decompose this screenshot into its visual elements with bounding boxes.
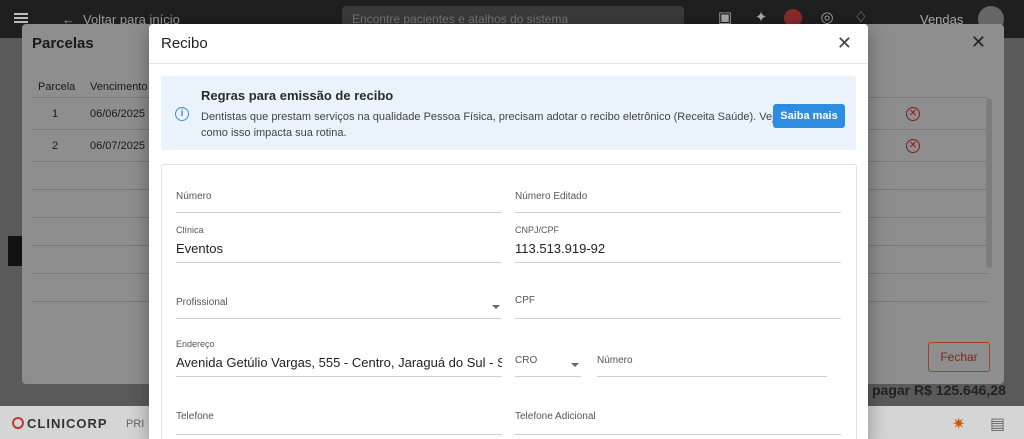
alert-text: Dentistas que prestam serviços na qualid… bbox=[201, 111, 781, 139]
telefone-adicional-label: Telefone Adicional bbox=[515, 411, 596, 422]
menu-icon[interactable] bbox=[14, 13, 28, 23]
modal-header: Recibo ✕ bbox=[149, 24, 868, 64]
endereco-value: Avenida Getúlio Vargas, 555 - Centro, Ja… bbox=[176, 355, 502, 370]
scrollbar[interactable] bbox=[986, 98, 992, 268]
numero-label: Número bbox=[176, 191, 212, 202]
cnpj-cpf-field[interactable]: CNPJ/CPF 113.513.919-92 bbox=[515, 223, 841, 263]
profissional-label: Profissional bbox=[176, 297, 228, 308]
endereco-field[interactable]: Endereço Avenida Getúlio Vargas, 555 - C… bbox=[176, 337, 502, 377]
info-icon: i bbox=[175, 107, 189, 121]
info-alert: i Regras para emissão de recibo Dentista… bbox=[161, 76, 856, 150]
chat-icon[interactable]: ▤ bbox=[990, 414, 1005, 434]
brand-name: CLINICORP bbox=[27, 416, 108, 431]
telefone-label: Telefone bbox=[176, 411, 214, 422]
column-header-vencimento: Vencimento bbox=[90, 80, 148, 93]
remove-icon[interactable]: ✕ bbox=[906, 106, 920, 121]
cro-numero-label: Número bbox=[597, 355, 633, 366]
chevron-down-icon bbox=[492, 305, 500, 309]
recibo-form: Número Número Editado Clínica Eventos CN… bbox=[161, 164, 857, 439]
telefone-adicional-field[interactable]: Telefone Adicional bbox=[515, 405, 841, 435]
background-block bbox=[8, 236, 22, 266]
vencimento-date: 06/06/2025 bbox=[90, 107, 146, 120]
cro-numero-field[interactable]: Número bbox=[597, 347, 827, 377]
compass-icon[interactable]: ✷ bbox=[952, 414, 965, 434]
clinica-label: Clínica bbox=[176, 225, 204, 235]
brand-suffix: PRI bbox=[126, 418, 145, 430]
fechar-button[interactable]: Fechar bbox=[928, 342, 990, 372]
chevron-down-icon bbox=[571, 363, 579, 367]
modal-title: Recibo bbox=[161, 35, 208, 52]
parcela-number: 2 bbox=[52, 139, 59, 152]
column-header-parcela: Parcela bbox=[38, 80, 76, 93]
cro-label: CRO bbox=[515, 355, 538, 366]
numero-editado-label: Número Editado bbox=[515, 191, 588, 202]
saiba-mais-button[interactable]: Saiba mais bbox=[773, 104, 845, 128]
endereco-label: Endereço bbox=[176, 339, 215, 349]
close-icon[interactable]: ✕ bbox=[971, 32, 986, 53]
alert-title: Regras para emissão de recibo bbox=[201, 88, 394, 103]
cnpj-cpf-label: CNPJ/CPF bbox=[515, 225, 560, 235]
numero-editado-field[interactable]: Número Editado bbox=[515, 187, 841, 213]
cnpj-cpf-value: 113.513.919-92 bbox=[515, 241, 606, 256]
brand-logo: CLINICORP bbox=[12, 416, 108, 431]
close-icon[interactable]: ✕ bbox=[837, 33, 852, 54]
cpf-field[interactable]: CPF bbox=[515, 289, 841, 319]
clinica-value: Eventos bbox=[176, 241, 223, 256]
clinica-field[interactable]: Clínica Eventos bbox=[176, 223, 502, 263]
remove-icon[interactable]: ✕ bbox=[906, 138, 920, 153]
cro-select[interactable]: CRO bbox=[515, 347, 581, 377]
telefone-field[interactable]: Telefone bbox=[176, 405, 502, 435]
parcela-number: 1 bbox=[52, 107, 59, 120]
profissional-select[interactable]: Profissional bbox=[176, 289, 502, 319]
total-amount-text: pagar R$ 125.646,28 bbox=[872, 382, 1006, 398]
numero-field[interactable]: Número bbox=[176, 187, 502, 213]
brand-mark-icon bbox=[12, 417, 24, 429]
parcelas-title: Parcelas bbox=[32, 35, 94, 52]
cpf-label: CPF bbox=[515, 295, 535, 306]
vencimento-date: 06/07/2025 bbox=[90, 139, 146, 152]
recibo-modal: Recibo ✕ i Regras para emissão de recibo… bbox=[149, 24, 868, 439]
